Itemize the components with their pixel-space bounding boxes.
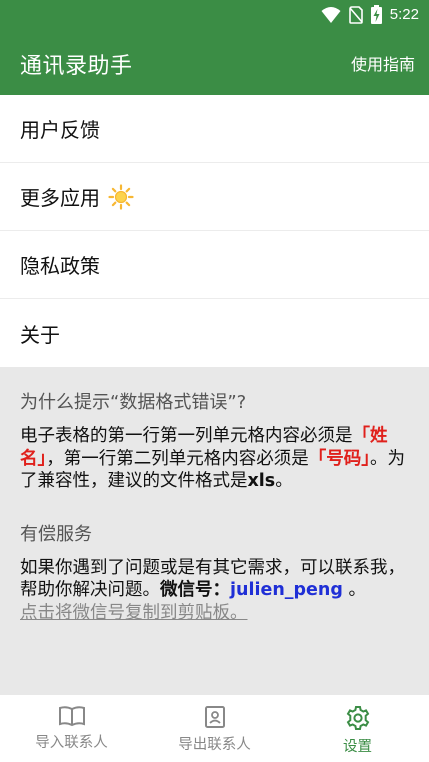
settings-menu: 用户反馈 更多应用 隐私政策 关于 bbox=[0, 95, 429, 367]
nav-label: 导入联系人 bbox=[35, 735, 108, 751]
wifi-icon bbox=[321, 6, 341, 23]
menu-item-feedback[interactable]: 用户反馈 bbox=[0, 95, 429, 163]
copy-wechat-link[interactable]: 点击将微信号复制到剪贴板。 bbox=[20, 603, 248, 623]
format-error-body: 电子表格的第一行第一列单元格内容必须是「姓名」，第一行第二列单元格内容必须是「号… bbox=[20, 425, 410, 493]
status-icons: 5:22 bbox=[321, 5, 419, 24]
body-text: ，第一行第二列单元格内容必须是 bbox=[46, 448, 309, 469]
quote-mark: 」 bbox=[37, 448, 47, 469]
body-text: 。 bbox=[275, 471, 293, 491]
menu-item-more-apps[interactable]: 更多应用 bbox=[0, 163, 429, 231]
sun-icon bbox=[108, 183, 134, 210]
status-time: 5:22 bbox=[389, 6, 419, 23]
gear-icon bbox=[346, 706, 369, 730]
sim-off-icon bbox=[348, 5, 363, 24]
paid-service-body: 如果你遇到了问题或是有其它需求，可以联系我，帮助你解决问题。微信号：julien… bbox=[20, 557, 410, 625]
file-ext: xls bbox=[247, 471, 276, 491]
quote-mark: 「 bbox=[352, 426, 371, 446]
guide-button[interactable]: 使用指南 bbox=[351, 51, 415, 75]
bottom-nav: 导入联系人 导出联系人 设置 bbox=[0, 695, 429, 762]
menu-item-label: 隐私政策 bbox=[20, 254, 100, 278]
nav-label: 设置 bbox=[343, 739, 372, 755]
nav-import-contacts[interactable]: 导入联系人 bbox=[0, 695, 143, 762]
book-icon bbox=[58, 706, 85, 727]
battery-charging-icon bbox=[370, 5, 382, 24]
app-title: 通讯录助手 bbox=[20, 54, 133, 79]
menu-item-label: 用户反馈 bbox=[20, 118, 100, 142]
body-text: 电子表格的第一行第一列单元格内容必须是 bbox=[20, 426, 353, 446]
body-text: 。 bbox=[342, 580, 366, 600]
menu-item-label: 更多应用 bbox=[20, 186, 100, 210]
menu-item-label: 关于 bbox=[20, 322, 60, 347]
number-keyword: 号码 bbox=[326, 448, 362, 469]
wechat-id: julien_peng bbox=[230, 580, 343, 600]
paid-service-title: 有偿服务 bbox=[20, 523, 92, 545]
app-bar: 通讯录助手 使用指南 bbox=[0, 30, 429, 95]
menu-item-privacy[interactable]: 隐私政策 bbox=[0, 231, 429, 299]
wechat-label: 微信号： bbox=[160, 580, 230, 600]
info-section: 为什么提示“数据格式错误”? 电子表格的第一行第一列单元格内容必须是「姓名」，第… bbox=[20, 366, 410, 624]
nav-export-contacts[interactable]: 导出联系人 bbox=[143, 695, 286, 762]
nav-settings[interactable]: 设置 bbox=[286, 695, 429, 762]
contact-card-icon bbox=[204, 706, 225, 728]
nav-label: 导出联系人 bbox=[178, 737, 251, 753]
quote-mark: 」 bbox=[361, 448, 370, 469]
quote-mark: 「 bbox=[308, 448, 327, 469]
format-error-title: 为什么提示“数据格式错误”? bbox=[20, 392, 247, 413]
status-bar: 5:22 bbox=[0, 0, 429, 30]
menu-item-about[interactable]: 关于 bbox=[0, 299, 429, 367]
